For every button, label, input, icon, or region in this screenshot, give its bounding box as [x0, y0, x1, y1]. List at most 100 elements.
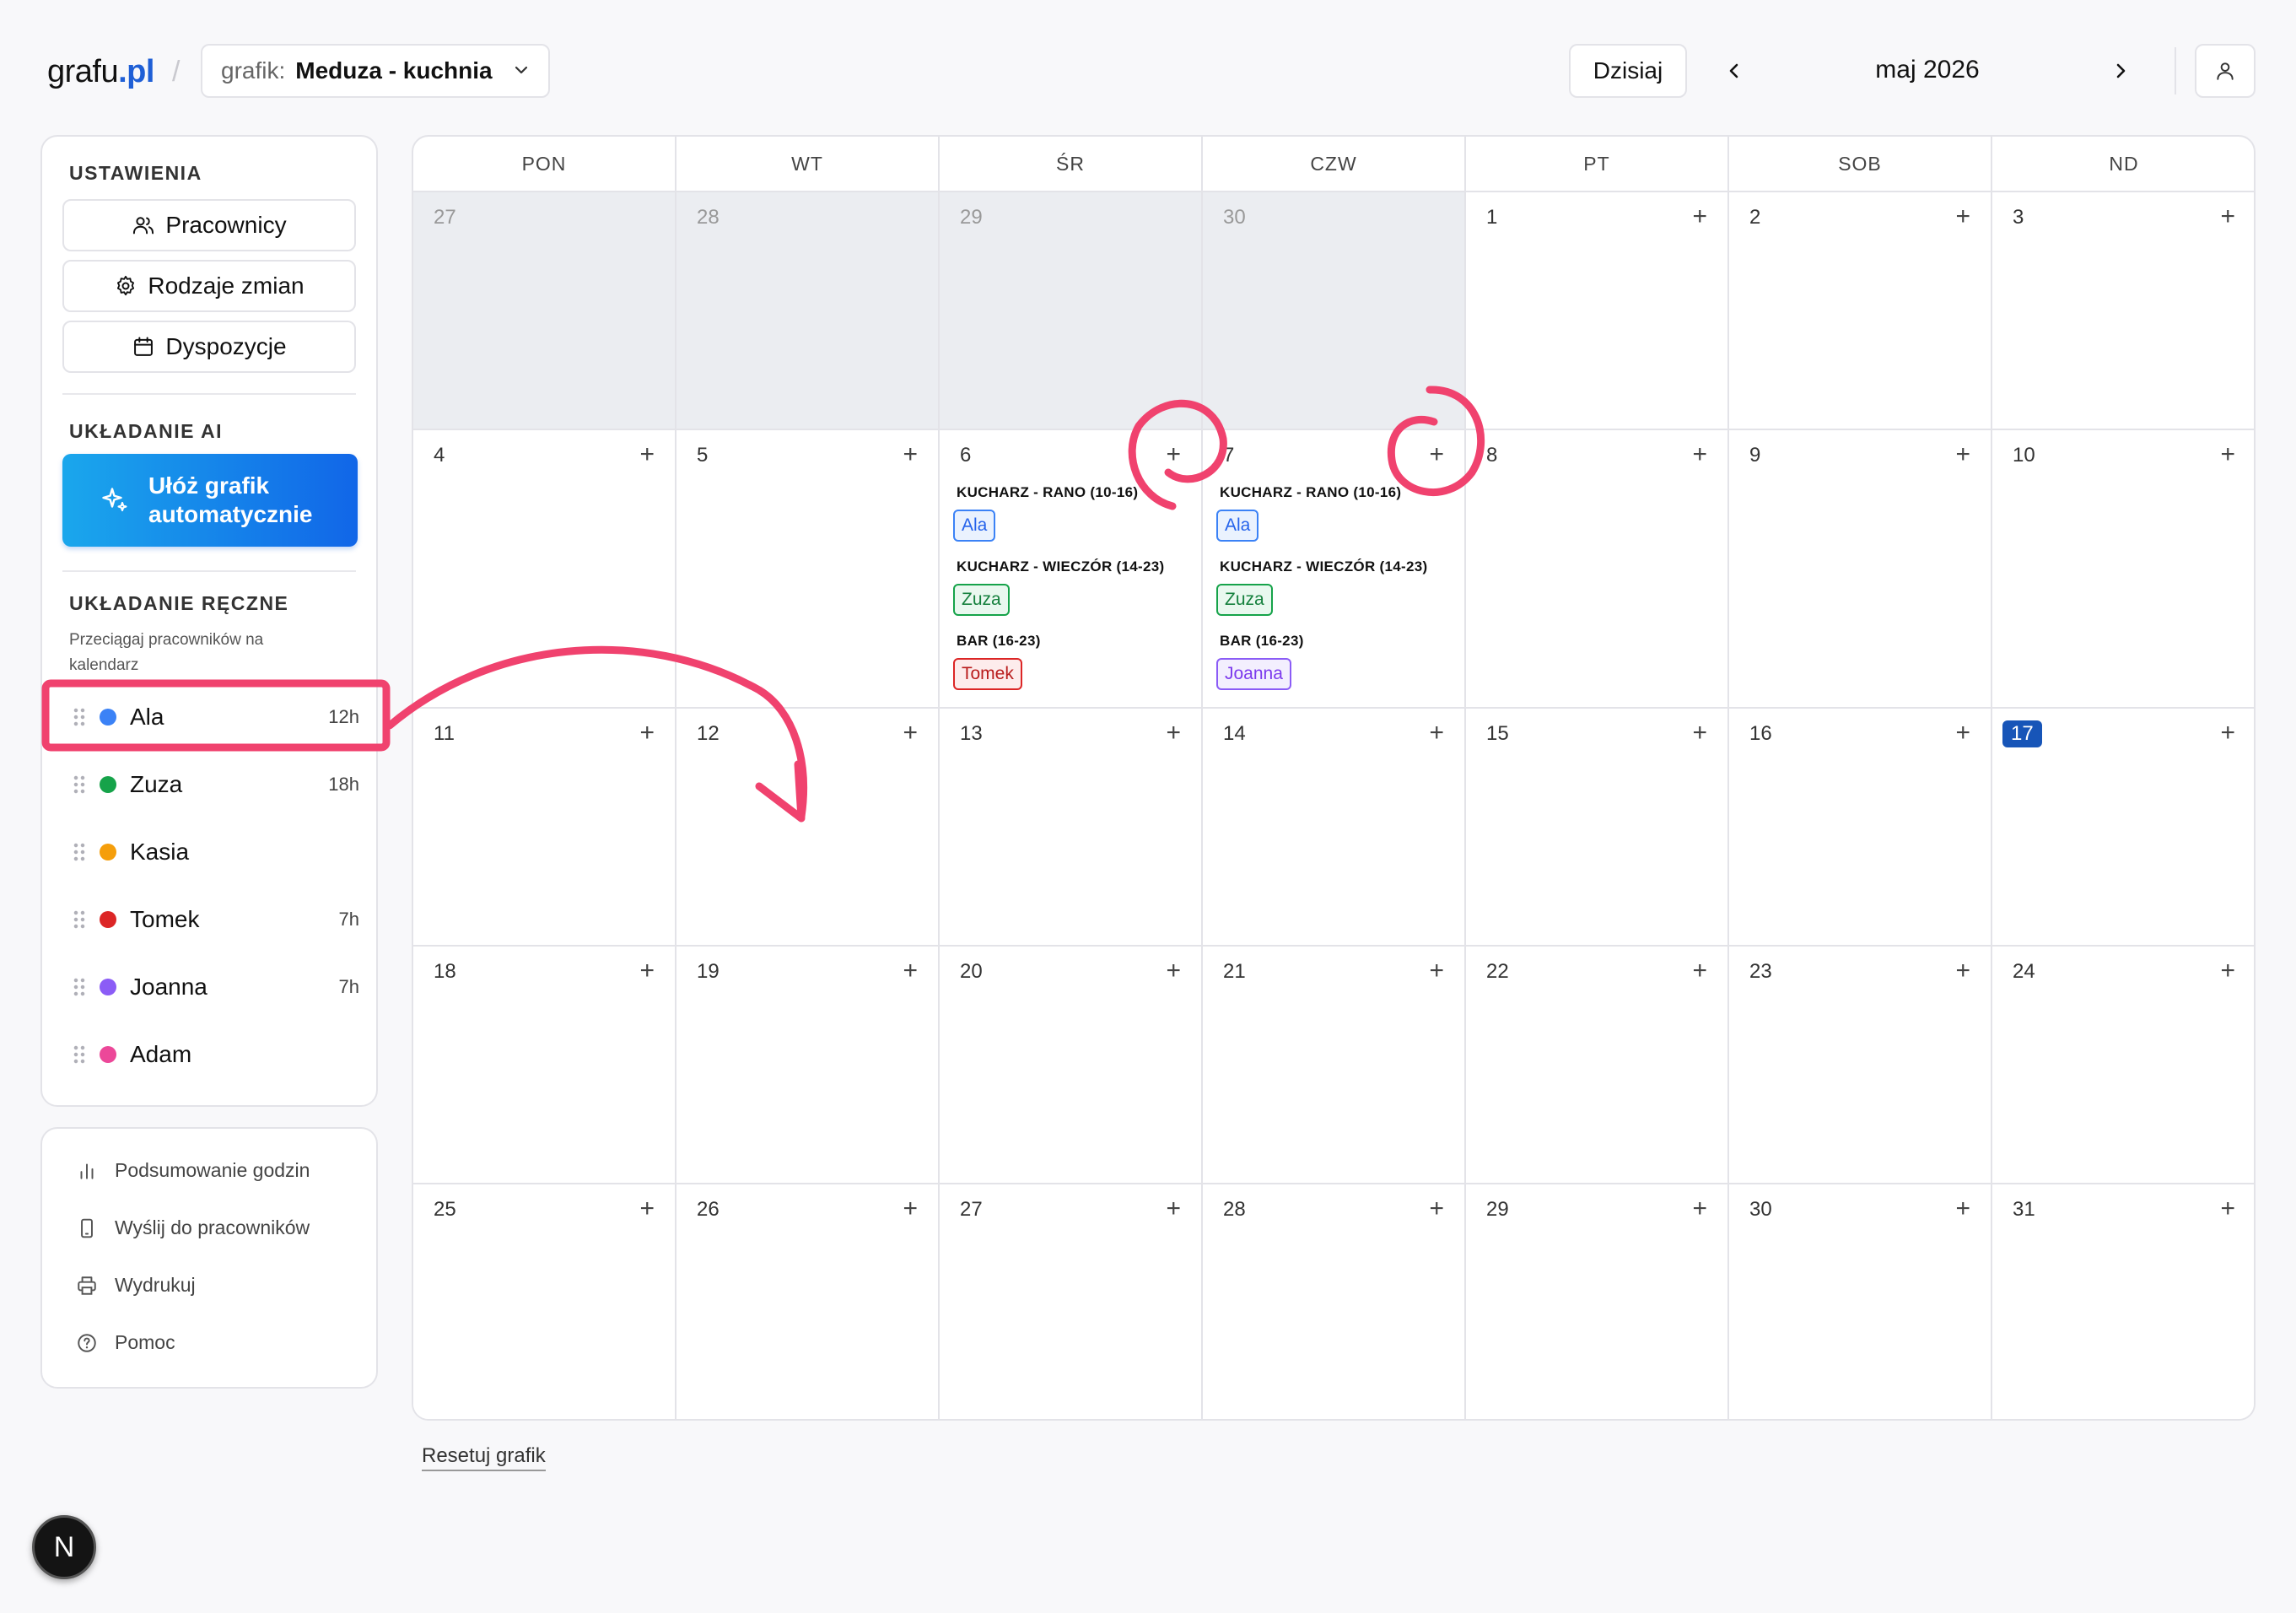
add-shift-plus-icon[interactable]: +	[1429, 720, 1444, 746]
assigned-employee-chip[interactable]: Ala	[1216, 510, 1259, 542]
day-cell[interactable]: 28	[676, 192, 940, 430]
auto-schedule-button[interactable]: Ułóż grafik automatycznie	[62, 454, 358, 547]
drag-handle-icon[interactable]	[73, 909, 86, 930]
add-shift-plus-icon[interactable]: +	[1692, 204, 1707, 229]
drag-handle-icon[interactable]	[73, 977, 86, 997]
add-shift-plus-icon[interactable]: +	[1429, 442, 1444, 467]
day-cell[interactable]: 20 +	[940, 947, 1203, 1184]
day-cell[interactable]: 31 +	[1992, 1184, 2254, 1419]
add-shift-plus-icon[interactable]: +	[2220, 442, 2235, 467]
add-shift-plus-icon[interactable]: +	[1692, 720, 1707, 746]
schedule-select[interactable]: grafik: Meduza - kuchnia	[201, 44, 550, 98]
add-shift-plus-icon[interactable]: +	[2220, 720, 2235, 746]
add-shift-plus-icon[interactable]: +	[2220, 958, 2235, 984]
day-cell[interactable]: 24 +	[1992, 947, 2254, 1184]
availability-button[interactable]: Dyspozycje	[62, 321, 356, 373]
print-link[interactable]: Wydrukuj	[76, 1274, 196, 1297]
add-shift-plus-icon[interactable]: +	[1955, 204, 1970, 229]
employee-item-zuza[interactable]: Zuza 18h	[73, 761, 359, 808]
day-cell[interactable]: 21 +	[1203, 947, 1466, 1184]
day-cell[interactable]: 3 +	[1992, 192, 2254, 430]
day-cell[interactable]: 25 +	[413, 1184, 676, 1419]
day-cell[interactable]: 12 +	[676, 709, 940, 947]
day-cell[interactable]: 19 +	[676, 947, 940, 1184]
employee-item-tomek[interactable]: Tomek 7h	[73, 896, 359, 943]
day-cell[interactable]: 5 +	[676, 430, 940, 709]
day-cell[interactable]: 2 +	[1729, 192, 1992, 430]
add-shift-plus-icon[interactable]: +	[1955, 720, 1970, 746]
day-cell[interactable]: 29	[940, 192, 1203, 430]
add-shift-plus-icon[interactable]: +	[639, 958, 655, 984]
add-shift-plus-icon[interactable]: +	[1166, 1196, 1181, 1222]
shift-types-button[interactable]: Rodzaje zmian	[62, 260, 356, 312]
day-cell[interactable]: 6 + KUCHARZ - RANO (10-16) Ala KUCHARZ - WIE…	[940, 430, 1203, 709]
day-cell[interactable]: 14 +	[1203, 709, 1466, 947]
day-cell[interactable]: 27	[413, 192, 676, 430]
add-shift-plus-icon[interactable]: +	[639, 720, 655, 746]
add-shift-plus-icon[interactable]: +	[1955, 442, 1970, 467]
day-cell[interactable]: 13 +	[940, 709, 1203, 947]
next-month-button[interactable]	[2100, 51, 2141, 91]
send-to-employees-link[interactable]: Wyślij do pracowników	[76, 1216, 310, 1239]
day-cell[interactable]: 29 +	[1466, 1184, 1729, 1419]
employees-button[interactable]: Pracownicy	[62, 199, 356, 251]
assigned-employee-chip[interactable]: Zuza	[953, 584, 1010, 616]
day-cell[interactable]: 1 +	[1466, 192, 1729, 430]
day-cell[interactable]: 22 +	[1466, 947, 1729, 1184]
add-shift-plus-icon[interactable]: +	[1692, 958, 1707, 984]
day-cell[interactable]: 23 +	[1729, 947, 1992, 1184]
day-cell[interactable]: 17 +	[1992, 709, 2254, 947]
day-cell[interactable]: 30	[1203, 192, 1466, 430]
add-shift-plus-icon[interactable]: +	[903, 442, 918, 467]
day-cell[interactable]: 9 +	[1729, 430, 1992, 709]
add-shift-plus-icon[interactable]: +	[1166, 442, 1181, 467]
day-cell[interactable]: 27 +	[940, 1184, 1203, 1419]
add-shift-plus-icon[interactable]: +	[2220, 1196, 2235, 1222]
hours-summary-link[interactable]: Podsumowanie godzin	[76, 1159, 310, 1182]
drag-handle-icon[interactable]	[73, 1044, 86, 1065]
add-shift-plus-icon[interactable]: +	[2220, 204, 2235, 229]
add-shift-plus-icon[interactable]: +	[1955, 1196, 1970, 1222]
app-logo[interactable]: grafu.pl	[47, 54, 154, 90]
day-cell[interactable]: 4 +	[413, 430, 676, 709]
employee-item-ala[interactable]: Ala 12h	[73, 693, 359, 741]
drag-handle-icon[interactable]	[73, 842, 86, 862]
day-cell[interactable]: 15 +	[1466, 709, 1729, 947]
add-shift-plus-icon[interactable]: +	[903, 1196, 918, 1222]
day-cell[interactable]: 7 + KUCHARZ - RANO (10-16) Ala KUCHARZ - WIE…	[1203, 430, 1466, 709]
employee-item-adam[interactable]: Adam	[73, 1031, 359, 1078]
assigned-employee-chip[interactable]: Joanna	[1216, 658, 1291, 690]
assigned-employee-chip[interactable]: Zuza	[1216, 584, 1273, 616]
today-button[interactable]: Dzisiaj	[1569, 44, 1687, 98]
add-shift-plus-icon[interactable]: +	[1692, 1196, 1707, 1222]
assigned-employee-chip[interactable]: Ala	[953, 510, 996, 542]
add-shift-plus-icon[interactable]: +	[1429, 958, 1444, 984]
employee-item-kasia[interactable]: Kasia	[73, 828, 359, 876]
add-shift-plus-icon[interactable]: +	[639, 442, 655, 467]
add-shift-plus-icon[interactable]: +	[1166, 720, 1181, 746]
next-dev-badge[interactable]: N	[32, 1515, 96, 1579]
day-cell[interactable]: 11 +	[413, 709, 676, 947]
add-shift-plus-icon[interactable]: +	[903, 958, 918, 984]
add-shift-plus-icon[interactable]: +	[1955, 958, 1970, 984]
prev-month-button[interactable]	[1714, 51, 1754, 91]
help-link[interactable]: Pomoc	[76, 1331, 175, 1354]
add-shift-plus-icon[interactable]: +	[639, 1196, 655, 1222]
day-cell[interactable]: 28 +	[1203, 1184, 1466, 1419]
add-shift-plus-icon[interactable]: +	[903, 720, 918, 746]
employee-item-joanna[interactable]: Joanna 7h	[73, 963, 359, 1011]
assigned-employee-chip[interactable]: Tomek	[953, 658, 1022, 690]
drag-handle-icon[interactable]	[73, 707, 86, 727]
day-cell[interactable]: 8 +	[1466, 430, 1729, 709]
day-cell[interactable]: 26 +	[676, 1184, 940, 1419]
day-cell[interactable]: 16 +	[1729, 709, 1992, 947]
add-shift-plus-icon[interactable]: +	[1166, 958, 1181, 984]
add-shift-plus-icon[interactable]: +	[1692, 442, 1707, 467]
day-cell[interactable]: 10 +	[1992, 430, 2254, 709]
day-cell[interactable]: 18 +	[413, 947, 676, 1184]
user-menu-button[interactable]	[2195, 44, 2256, 98]
reset-schedule-link[interactable]: Resetuj grafik	[422, 1444, 546, 1471]
day-cell[interactable]: 30 +	[1729, 1184, 1992, 1419]
drag-handle-icon[interactable]	[73, 774, 86, 795]
add-shift-plus-icon[interactable]: +	[1429, 1196, 1444, 1222]
